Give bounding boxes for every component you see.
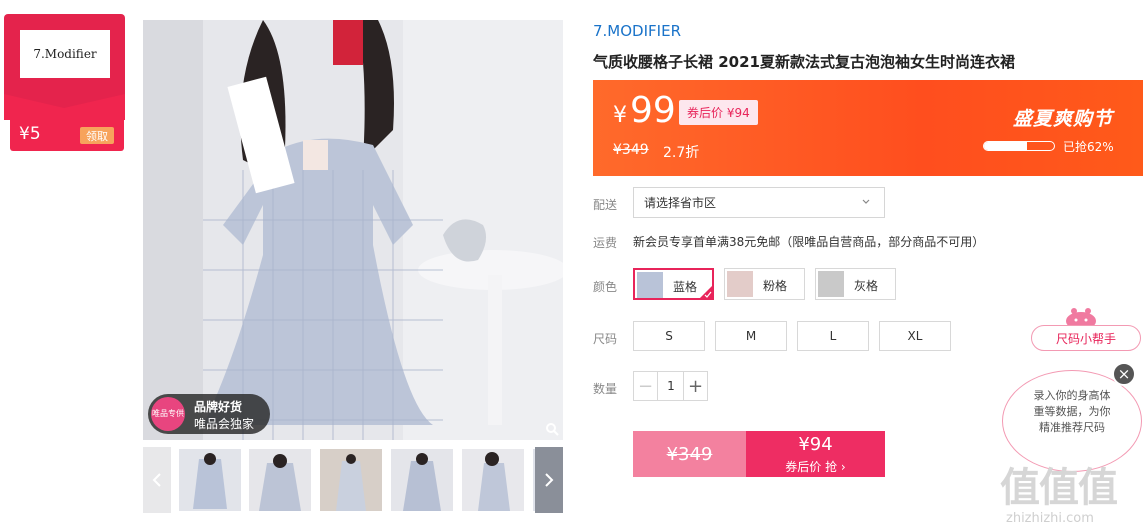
- thumb-prev-button[interactable]: [143, 447, 171, 513]
- buy-after-label: 券后价 抢 ›: [785, 460, 846, 474]
- festival-title: 盛夏爽购节: [1012, 108, 1113, 130]
- chevron-left-icon: [152, 473, 161, 487]
- selected-check-icon: [699, 285, 713, 299]
- discount-rate: 2.7折: [663, 145, 700, 161]
- brand-link[interactable]: 7.MODIFIER: [593, 22, 681, 40]
- thumbnail-3[interactable]: [320, 449, 382, 511]
- color-option-blue[interactable]: 蓝格: [633, 268, 714, 300]
- size-option-xl[interactable]: XL: [879, 321, 951, 351]
- chevron-right-icon: [545, 473, 554, 487]
- shipping-info: 新会员专享首单满38元免邮（限唯品自营商品，部分商品不可用）: [633, 235, 985, 249]
- watermark-url: zhizhizhi.com: [1006, 511, 1094, 526]
- region-select[interactable]: 请选择省市区: [633, 187, 885, 218]
- quantity-input[interactable]: 1: [658, 372, 684, 400]
- size-label: 尺码: [593, 332, 618, 346]
- thumbnail-5[interactable]: [462, 449, 524, 511]
- buy-after-price: ¥94: [798, 434, 833, 455]
- quantity-label: 数量: [593, 382, 618, 396]
- thumbnail-image: [249, 449, 311, 511]
- current-price-value: 99: [630, 90, 676, 131]
- watermark-glyphs: 值值值: [1000, 465, 1118, 511]
- claim-coupon-button[interactable]: 领取: [80, 127, 114, 144]
- coupon-amount: ¥5: [19, 124, 41, 144]
- coupon-fold-shape: [4, 94, 125, 120]
- color-option-label: 灰格: [854, 279, 879, 293]
- buy-original-price-button[interactable]: ¥349: [633, 431, 746, 477]
- quantity-increase-button[interactable]: +: [683, 372, 707, 400]
- color-label: 颜色: [593, 280, 618, 294]
- thumb-next-button[interactable]: [535, 447, 563, 513]
- size-helper-line1: 录入你的身高体: [1033, 389, 1111, 402]
- sold-progress-text: 已抢62%: [1063, 140, 1114, 154]
- brand-badge: 唯品专供 品牌好货 唯品会独家: [148, 394, 270, 434]
- color-option-gray[interactable]: 灰格: [815, 268, 896, 300]
- size-helper-button[interactable]: 尺码小帮手: [1031, 325, 1141, 351]
- color-swatch: [818, 271, 844, 297]
- color-option-pink[interactable]: 粉格: [724, 268, 805, 300]
- color-option-label: 粉格: [763, 279, 788, 293]
- buy-after-coupon-button[interactable]: ¥94 券后价 抢 ›: [746, 431, 885, 477]
- thumbnail-image: [179, 449, 241, 511]
- thumbnail-strip: [143, 447, 563, 513]
- coupon-body: ¥5 领取: [10, 118, 124, 151]
- quantity-decrease-button[interactable]: −: [634, 372, 658, 400]
- product-title: 气质收腰格子长裙 2021夏新款法式复古泡泡袖女生时尚连衣裙: [593, 53, 1015, 71]
- size-option-m[interactable]: M: [715, 321, 787, 351]
- thumbnail-4[interactable]: [391, 449, 453, 511]
- currency-symbol: ¥: [613, 103, 627, 128]
- size-helper-line2: 重等数据，为你: [1033, 405, 1111, 418]
- current-price: ¥99: [613, 90, 676, 131]
- size-option-s[interactable]: S: [633, 321, 705, 351]
- badge-line2: 唯品会独家: [194, 417, 255, 431]
- product-main-image[interactable]: 唯品专供 品牌好货 唯品会独家: [143, 20, 563, 440]
- thumbnail-image: [320, 449, 382, 511]
- thumbnail-image: [391, 449, 453, 511]
- badge-line1: 品牌好货: [194, 400, 243, 414]
- site-watermark: 值值值 zhizhizhi.com: [1000, 455, 1145, 527]
- shipping-label: 运费: [593, 236, 618, 250]
- brand-logo: 7.Modifier: [20, 30, 110, 78]
- size-helper-line3: 精准推荐尺码: [1039, 421, 1105, 434]
- delivery-label: 配送: [593, 198, 618, 212]
- close-icon[interactable]: ×: [1112, 362, 1136, 386]
- region-select-value: 请选择省市区: [644, 196, 717, 210]
- color-option-label: 蓝格: [673, 280, 698, 294]
- quantity-stepper: − 1 +: [633, 371, 708, 401]
- vip-exclusive-badge: 唯品专供: [151, 397, 185, 431]
- thumbnail-image: [462, 449, 524, 511]
- after-coupon-tag: 券后价 ¥94: [679, 100, 758, 125]
- size-option-l[interactable]: L: [797, 321, 869, 351]
- buy-area: ¥349 ¥94 券后价 抢 ›: [633, 431, 885, 477]
- sold-progress-bar: [983, 141, 1055, 151]
- original-price: ¥349: [613, 142, 649, 158]
- store-coupon[interactable]: 7.Modifier ¥5 领取: [4, 14, 125, 153]
- color-swatch: [637, 272, 663, 298]
- price-banner: ¥99 券后价 ¥94 ¥349 2.7折 盛夏爽购节 已抢62%: [593, 80, 1143, 176]
- sold-progress-fill: [984, 142, 1028, 150]
- thumbnail-1[interactable]: [179, 449, 241, 511]
- color-swatch: [727, 271, 753, 297]
- zoom-icon[interactable]: [545, 422, 559, 436]
- thumbnail-2[interactable]: [249, 449, 311, 511]
- chevron-down-icon: [862, 199, 870, 204]
- dress-photo: [143, 20, 563, 440]
